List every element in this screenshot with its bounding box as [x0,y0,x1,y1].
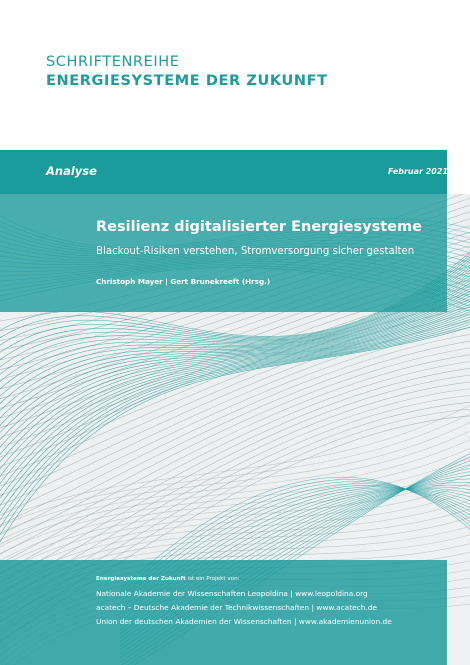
publication-date: Februar 2021 [387,167,448,176]
footer-project-name: Energiesysteme der Zukunft [96,576,186,582]
editors: Christoph Mayer | Gert Brunekreeft (Hrsg… [96,277,271,286]
series-header: SCHRIFTENREIHE ENERGIESYSTEME DER ZUKUNF… [46,53,328,91]
series-title-line1: SCHRIFTENREIHE [46,54,180,70]
footer-line-akademienunion: Union der deutschen Akademien der Wissen… [96,617,392,626]
footer-line-acatech: acatech – Deutsche Akademie der Technikw… [96,603,377,612]
publication-type: Analyse [46,164,97,178]
subtitle: Blackout-Risiken verstehen, Stromversorg… [96,246,415,257]
footer-intro-text: ist ein Projekt von: [185,576,240,582]
footer-line-leopoldina: Nationale Akademie der Wissenschaften Le… [96,589,368,598]
series-title-line2: ENERGIESYSTEME DER ZUKUNFT [46,73,328,89]
main-title: Resilienz digitalisierter Energiesysteme [96,219,422,235]
footer-intro: Energiesysteme der Zukunft ist ein Proje… [96,576,240,582]
